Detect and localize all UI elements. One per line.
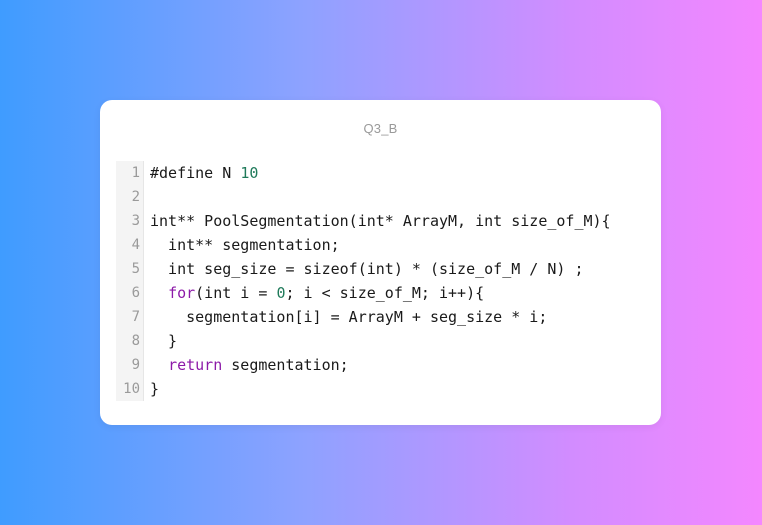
- card-title: Q3_B: [363, 121, 398, 136]
- line-number: 10: [123, 381, 140, 397]
- code-text: ; i < size_of_M; i++){: [285, 284, 485, 302]
- line-number: 3: [131, 213, 140, 229]
- code-line: int seg_size = sizeof(int) * (size_of_M …: [150, 257, 611, 281]
- code-text: }: [150, 380, 160, 398]
- code-block[interactable]: 1 2 3 4 5 6 7 8 9 10 #define N 10 int** PoolSegmen…: [116, 161, 645, 401]
- code-line: return segmentation;: [150, 353, 611, 377]
- line-number: 2: [131, 189, 140, 205]
- code-keyword: return: [168, 356, 223, 374]
- code-text: segmentation;: [222, 356, 349, 374]
- code-number: 10: [240, 164, 259, 182]
- code-text: int** segmentation;: [150, 236, 340, 254]
- line-number: 5: [131, 261, 140, 277]
- code-line: for(int i = 0; i < size_of_M; i++){: [150, 281, 611, 305]
- code-text: }: [150, 332, 178, 350]
- line-number: 4: [131, 237, 140, 253]
- code-text: int** PoolSegmentation(int* ArrayM, int …: [150, 212, 611, 230]
- code-text: #define N: [150, 164, 241, 182]
- line-number-gutter: 1 2 3 4 5 6 7 8 9 10: [116, 161, 144, 401]
- code-line: segmentation[i] = ArrayM + seg_size * i;: [150, 305, 611, 329]
- line-number: 1: [131, 165, 140, 181]
- code-text: segmentation[i] = ArrayM + seg_size * i;: [150, 308, 548, 326]
- code-lines[interactable]: #define N 10 int** PoolSegmentation(int* …: [144, 161, 611, 401]
- code-keyword: for: [168, 284, 196, 302]
- line-number: 8: [131, 333, 140, 349]
- code-line: #define N 10: [150, 161, 611, 185]
- code-line: int** PoolSegmentation(int* ArrayM, int …: [150, 209, 611, 233]
- code-line: }: [150, 329, 611, 353]
- code-line: }: [150, 377, 611, 401]
- code-line: int** segmentation;: [150, 233, 611, 257]
- code-text: (int i =: [195, 284, 277, 302]
- line-number: 9: [131, 357, 140, 373]
- code-text: int seg_size = sizeof(int) * (size_of_M …: [150, 260, 584, 278]
- line-number: 6: [131, 285, 140, 301]
- line-number: 7: [131, 309, 140, 325]
- code-card: Q3_B 1 2 3 4 5 6 7 8 9 10 #define N 10 int** PoolS…: [100, 100, 661, 425]
